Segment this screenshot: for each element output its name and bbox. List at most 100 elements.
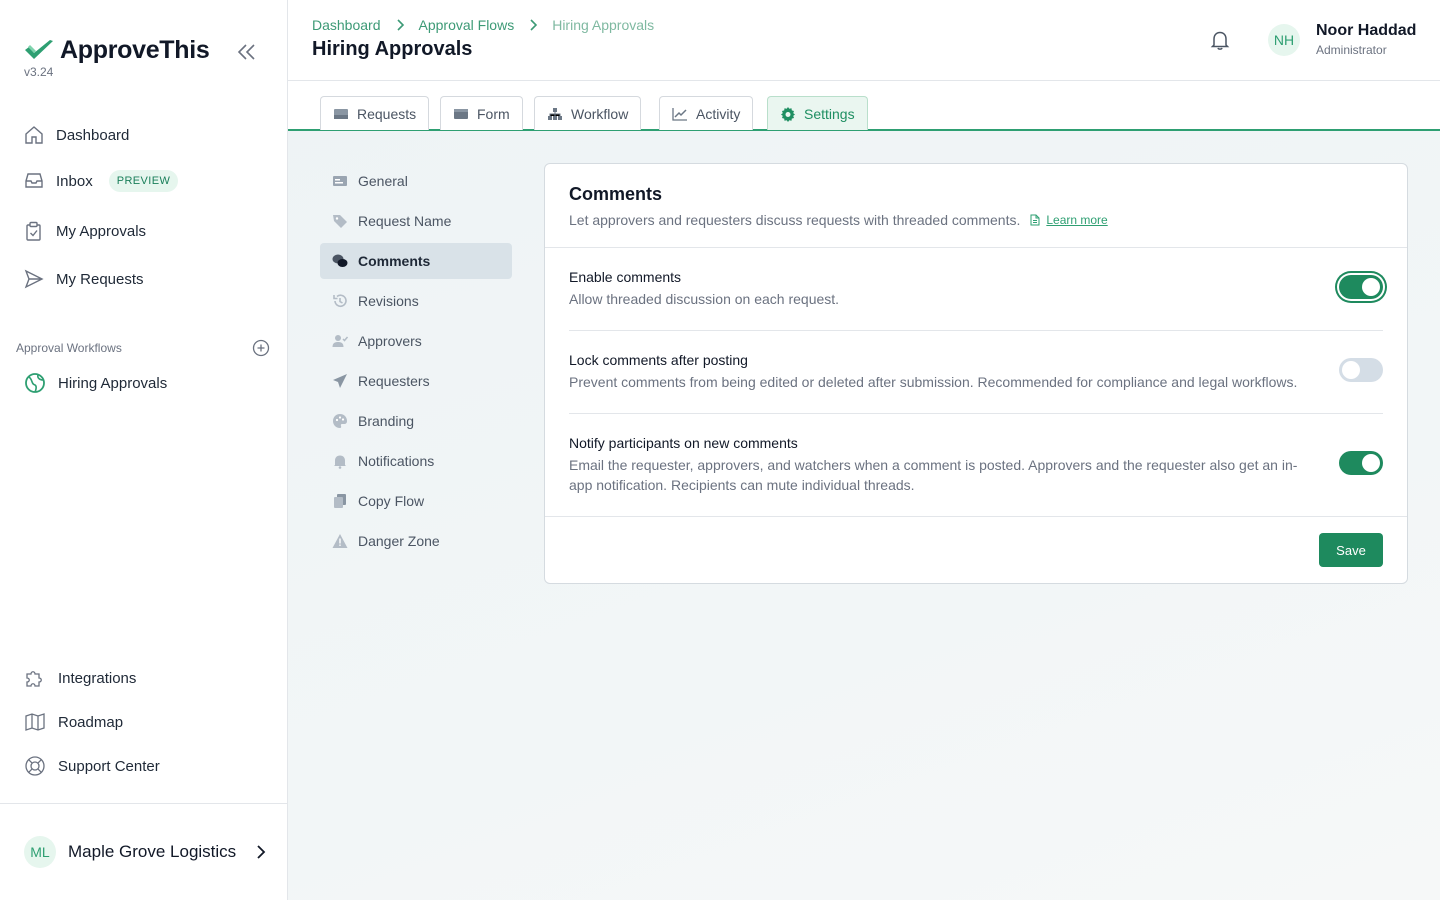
tab-label: Activity (696, 105, 741, 122)
setting-title: Enable comments (569, 269, 682, 285)
sidebar-item-label: Dashboard (56, 126, 130, 144)
breadcrumb-approval-flows[interactable]: Approval Flows (419, 17, 515, 33)
chevron-right-icon (257, 845, 266, 859)
setting-title: Notify participants on new comments (569, 435, 798, 451)
tab-activity[interactable]: Activity (659, 96, 754, 130)
comments-icon (332, 254, 348, 267)
org-switcher[interactable]: ML Maple Grove Logistics (24, 836, 268, 868)
page-title: Hiring Approvals (312, 38, 473, 60)
settings-item-notifications[interactable]: Notifications (320, 443, 512, 479)
paper-plane-icon (333, 374, 347, 388)
globe-icon (25, 373, 45, 393)
toggle-knob (1342, 361, 1360, 379)
app-name: ApproveThis (60, 36, 210, 64)
palette-icon (333, 414, 347, 428)
settings-item-comments[interactable]: Comments (320, 243, 512, 279)
sidebar-item-my-approvals[interactable]: My Approvals (24, 219, 146, 243)
row-divider (569, 413, 1383, 414)
setting-title: Lock comments after posting (569, 352, 748, 368)
tab-bar: Requests Form Workflow Activity Settings (288, 81, 1440, 131)
sidebar-item-dashboard[interactable]: Dashboard (24, 123, 129, 147)
top-header: Dashboard Approval Flows Hiring Approval… (288, 0, 1440, 81)
settings-item-label: Revisions (358, 293, 419, 309)
card-description: Let approvers and requesters discuss req… (569, 212, 1021, 228)
tab-workflow[interactable]: Workflow (534, 96, 642, 130)
sidebar-item-my-requests[interactable]: My Requests (24, 267, 144, 291)
save-button[interactable]: Save (1319, 533, 1383, 567)
sidebar-item-inbox[interactable]: Inbox PREVIEW (24, 169, 179, 193)
home-icon (25, 126, 43, 144)
sidebar-item-label: Inbox (56, 172, 93, 190)
sidebar-item-label: Roadmap (58, 713, 124, 731)
bell-icon[interactable] (1210, 29, 1230, 51)
sidebar-divider (0, 803, 287, 804)
tab-requests[interactable]: Requests (320, 96, 430, 130)
user-check-icon (332, 335, 348, 347)
chart-line-icon (672, 107, 687, 121)
settings-item-general[interactable]: General (320, 163, 512, 199)
learn-more-link[interactable]: Learn more (1030, 213, 1108, 227)
double-chevron-left-icon[interactable] (236, 42, 258, 62)
settings-item-label: Branding (358, 413, 415, 429)
tab-label: Form (477, 105, 510, 122)
inbox-icon (25, 173, 43, 188)
breadcrumb-dashboard[interactable]: Dashboard (312, 17, 381, 33)
user-name: Noor Haddad (1316, 22, 1417, 39)
settings-item-label: General (358, 173, 408, 189)
preview-badge: PREVIEW (108, 170, 179, 192)
settings-item-label: Request Name (358, 213, 452, 229)
settings-item-branding[interactable]: Branding (320, 403, 512, 439)
settings-item-request-name[interactable]: Request Name (320, 203, 512, 239)
notify-participants-toggle[interactable] (1339, 451, 1383, 475)
app-logo[interactable]: ApproveThis (24, 36, 210, 65)
add-circle-icon[interactable] (252, 339, 270, 357)
settings-item-danger-zone[interactable]: Danger Zone (320, 523, 512, 559)
document-icon (1030, 214, 1040, 226)
settings-item-approvers[interactable]: Approvers (320, 323, 512, 359)
settings-item-label: Requesters (358, 373, 430, 389)
settings-item-label: Copy Flow (358, 493, 425, 509)
settings-item-copy-flow[interactable]: Copy Flow (320, 483, 512, 519)
setting-description: Email the requester, approvers, and watc… (569, 457, 1298, 493)
puzzle-icon (26, 671, 42, 687)
copy-icon (334, 494, 346, 508)
toggle-knob (1362, 454, 1380, 472)
sitemap-icon (548, 107, 562, 120)
row-divider (569, 330, 1383, 331)
app-version: v3.24 (24, 65, 54, 79)
tab-label: Workflow (571, 105, 629, 122)
comments-settings-card: Comments Let approvers and requesters di… (544, 163, 1408, 584)
sidebar-item-hiring-approvals[interactable]: Hiring Approvals (24, 371, 167, 395)
settings-item-label: Comments (358, 253, 431, 269)
inbox-tray-icon (334, 108, 348, 119)
setting-description: Prevent comments from being edited or de… (569, 374, 1298, 390)
breadcrumb-hiring-approvals: Hiring Approvals (552, 17, 655, 33)
sidebar-item-label: Integrations (58, 669, 137, 687)
main-content: Requests Form Workflow Activity Settings… (288, 81, 1440, 900)
form-icon (454, 108, 468, 119)
avatar[interactable]: NH (1268, 24, 1300, 56)
workflows-section-label: Approval Workflows (16, 341, 122, 355)
user-role: Administrator (1316, 43, 1387, 57)
enable-comments-toggle[interactable] (1339, 275, 1383, 299)
tab-label: Requests (357, 105, 417, 122)
id-card-icon (333, 176, 347, 186)
toggle-knob (1362, 278, 1380, 296)
lock-comments-toggle[interactable] (1339, 358, 1383, 382)
tab-label: Settings (804, 105, 855, 122)
settings-item-revisions[interactable]: Revisions (320, 283, 512, 319)
bell-icon (334, 455, 346, 469)
settings-item-label: Approvers (358, 333, 422, 349)
org-name: Maple Grove Logistics (68, 842, 237, 861)
sidebar: ApproveThis v3.24 Dashboard Inbox PREVIE… (0, 0, 288, 900)
tab-form[interactable]: Form (440, 96, 523, 130)
sidebar-item-roadmap[interactable]: Roadmap (24, 710, 123, 734)
checkmark-logo-icon (25, 39, 53, 59)
sidebar-item-label: Support Center (58, 757, 160, 775)
tab-settings[interactable]: Settings (767, 96, 868, 130)
sidebar-item-support-center[interactable]: Support Center (24, 754, 160, 778)
sidebar-item-integrations[interactable]: Integrations (24, 666, 136, 690)
settings-item-requesters[interactable]: Requesters (320, 363, 512, 399)
send-icon (24, 269, 44, 289)
settings-item-label: Notifications (358, 453, 435, 469)
